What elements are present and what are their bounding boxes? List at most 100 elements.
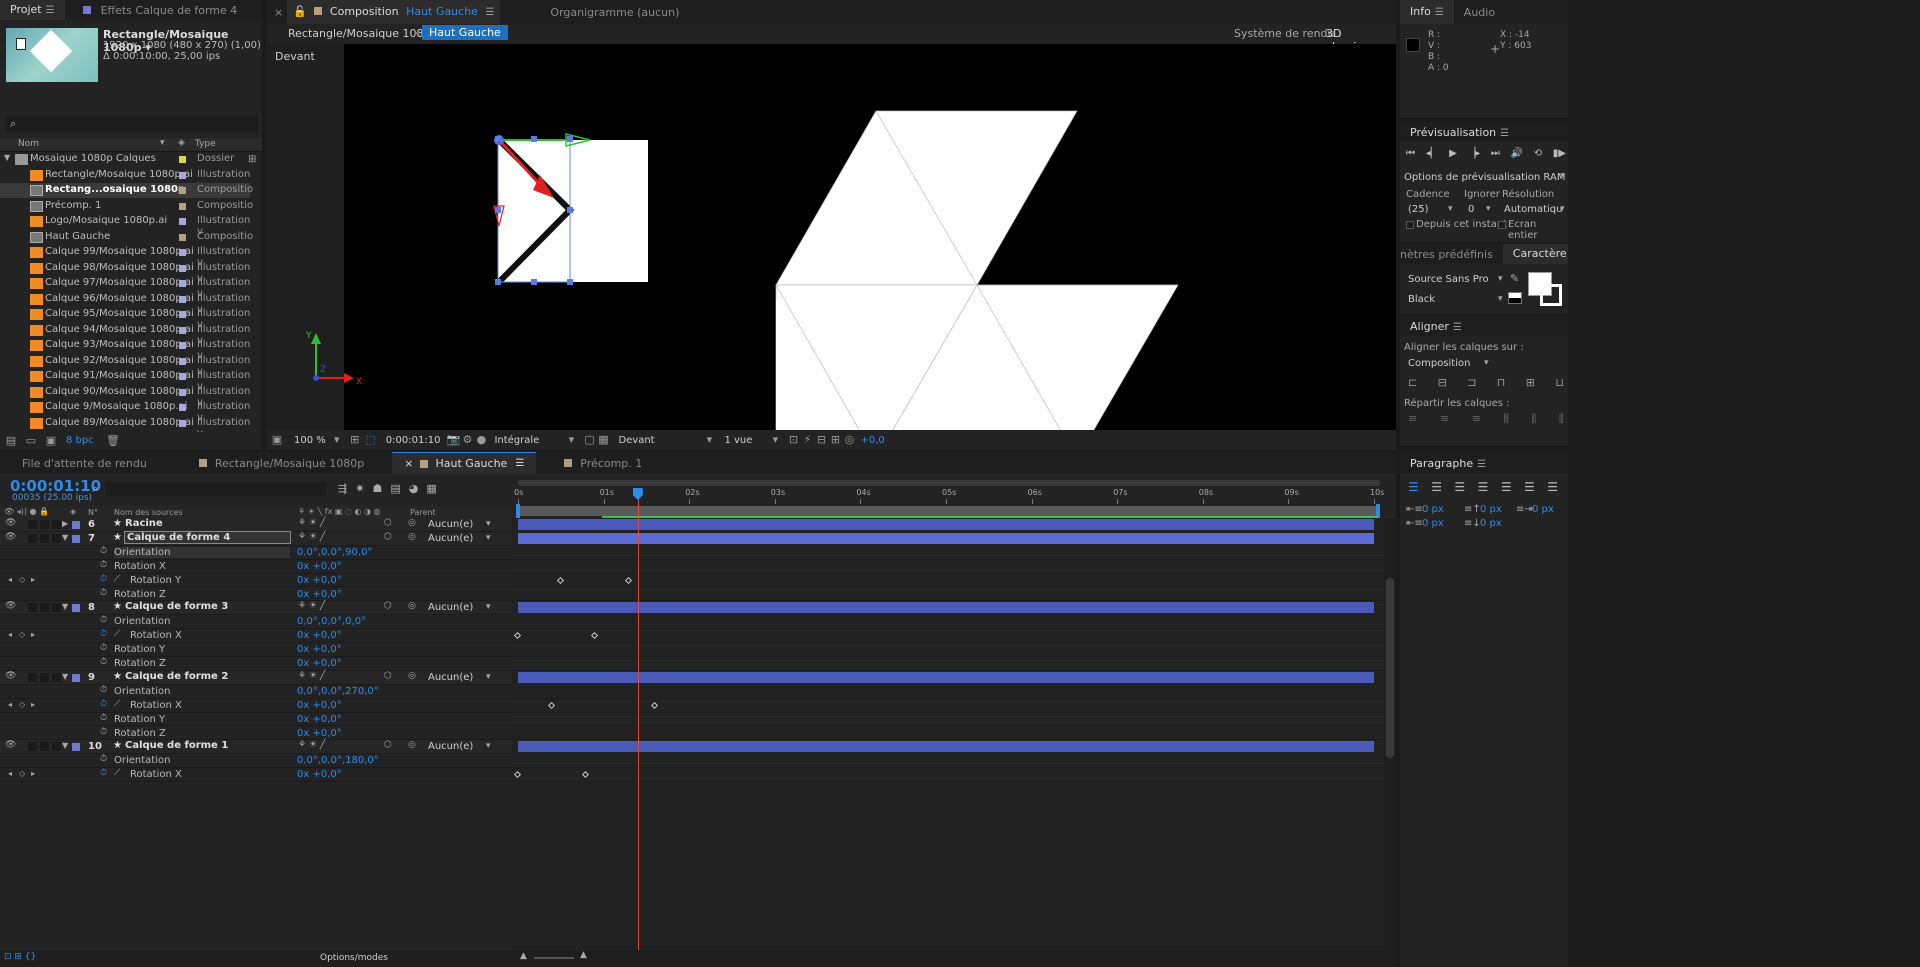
3d-layer-icon[interactable]: ⬡ — [384, 518, 392, 528]
3d-layer-icon[interactable]: ⬡ — [384, 532, 392, 542]
label-color-swatch[interactable] — [179, 249, 186, 256]
layer-duration-bar[interactable] — [518, 519, 1374, 530]
handle-ml[interactable] — [495, 207, 501, 213]
distribute-right-icon[interactable]: ⫼ — [1559, 412, 1564, 426]
comp-viewport[interactable]: Devant Y X Z — [266, 44, 1396, 430]
parent-select[interactable]: Aucun(e) — [428, 519, 473, 530]
flowchart-icon[interactable]: ⊞ — [828, 434, 842, 446]
collapse-triangle-icon[interactable]: ▼ — [62, 533, 68, 542]
label-color-swatch[interactable] — [179, 264, 186, 272]
bpc-label[interactable]: 8 bpc — [66, 435, 94, 446]
project-item[interactable]: Rectangle/Mosaique 1080p.ai Illustration … — [0, 168, 250, 191]
tab-character[interactable]: Caractère☰ — [1502, 244, 1568, 264]
property-row[interactable]: ⏱ Rotation X 0x +0,0° — [0, 559, 512, 574]
stopwatch-icon[interactable]: ⏱ — [100, 588, 107, 598]
switch-box[interactable] — [40, 520, 49, 529]
next-keyframe-icon[interactable]: ▸ — [31, 575, 35, 584]
project-item[interactable]: Calque 89/Mosaique 1080p.ai Illustration … — [0, 416, 250, 439]
parent-chevron-icon[interactable]: ▾ — [486, 533, 491, 543]
ruler-ticks[interactable]: 0s 01s 02s 03s 04s 05s 06s 07s 08s 09s 10s — [512, 488, 1396, 504]
parent-chevron-icon[interactable]: ▾ — [486, 519, 491, 529]
project-item[interactable]: Calque 92/Mosaique 1080p.ai Illustration … — [0, 354, 250, 377]
snapshot-icon[interactable]: 📷 — [446, 434, 461, 446]
camera-chevron-icon[interactable]: ▾ — [702, 434, 716, 446]
distribute-vcenter-icon[interactable]: ≡ — [1440, 412, 1449, 426]
comp-mini-flow-icon[interactable]: ⇶ — [338, 482, 347, 495]
eye-icon[interactable]: 👁 — [5, 532, 16, 542]
label-color-swatch[interactable] — [179, 233, 186, 241]
property-row[interactable]: ◂ ◇ ▸ ⏱ ⟋ Rotation X 0x +0,0° — [0, 768, 512, 783]
tab-align[interactable]: Aligner ☰ — [1400, 320, 1472, 333]
parent-pickwhip-icon[interactable]: ◎ — [408, 532, 416, 542]
tab-presets[interactable]: nètres prédéfinis — [1400, 248, 1503, 261]
project-item[interactable]: Calque 99/Mosaique 1080p.ai Illustration … — [0, 245, 250, 268]
parent-chevron-icon[interactable]: ▾ — [486, 602, 491, 612]
draft-3d-icon[interactable]: ✷ — [355, 482, 364, 495]
property-value[interactable]: 0x +0,0° — [297, 769, 342, 780]
layer-switches[interactable]: ⚘ ☀ ╱ — [298, 532, 325, 542]
stopwatch-icon[interactable]: ⏱ — [100, 754, 107, 764]
parent-select[interactable]: Aucun(e) — [428, 672, 473, 683]
label-color-swatch[interactable] — [179, 311, 186, 318]
align-vcenter-icon[interactable]: ⊞ — [1526, 376, 1535, 389]
timeline-tab-3[interactable]: Précomp. 1 — [552, 452, 654, 474]
property-value[interactable]: 0x +0,0° — [297, 700, 342, 711]
switch-box[interactable] — [28, 603, 37, 613]
cadence-chevron-icon[interactable]: ▾ — [1448, 204, 1453, 214]
distribute-left-icon[interactable]: ⫼ — [1504, 412, 1509, 426]
label-color-swatch[interactable] — [179, 419, 186, 427]
distribute-hcenter-icon[interactable]: ⫼ — [1531, 412, 1536, 426]
channel-icon[interactable]: ● — [474, 434, 488, 446]
timeline-search-input[interactable] — [106, 482, 326, 496]
interpret-icon[interactable]: ▤ — [4, 435, 18, 447]
camera-select[interactable]: Devant — [618, 435, 702, 446]
eyedropper-icon[interactable]: ✎ — [1510, 272, 1519, 285]
flowchart-icon[interactable]: ⊞ — [248, 154, 256, 165]
project-item[interactable]: ▼ Mosaique 1080p Calques Dossier — [0, 152, 250, 167]
layer-switches[interactable]: ⚘ ☀ ╱ — [298, 671, 325, 681]
next-keyframe-icon[interactable]: ▸ — [31, 769, 35, 778]
label-color-swatch[interactable] — [179, 156, 186, 163]
label-color-swatch[interactable] — [179, 326, 186, 334]
work-area-top[interactable] — [518, 480, 1380, 486]
property-row[interactable]: ⏱ Orientation 0,0°,0,0°,90,0° — [0, 545, 512, 560]
stopwatch-icon[interactable]: ⏱ — [100, 699, 107, 709]
project-item[interactable]: Rectang...osaique 1080p Compositio — [0, 183, 253, 198]
label-color-swatch[interactable] — [179, 357, 186, 365]
panel-menu-icon[interactable]: ☰ — [1500, 128, 1509, 139]
align-text-right-icon[interactable]: ☰ — [1454, 480, 1465, 494]
tab-info[interactable]: Info ☰ — [1400, 0, 1454, 24]
style-select[interactable]: Black — [1408, 294, 1435, 305]
tab-flowchart[interactable]: Organigramme (aucun) — [540, 6, 689, 19]
zoom-in-icon[interactable]: ▲ — [580, 950, 587, 960]
label-color-swatch[interactable] — [179, 388, 186, 396]
parent-select[interactable]: Aucun(e) — [428, 741, 473, 752]
layer-label-color[interactable] — [72, 673, 80, 682]
column-type[interactable]: Type — [195, 139, 216, 149]
label-color-swatch[interactable] — [179, 373, 186, 380]
stopwatch-icon[interactable]: ⏱ — [100, 727, 107, 737]
stopwatch-icon[interactable]: ⏱ — [100, 615, 107, 625]
prev-keyframe-icon[interactable]: ◂ — [8, 769, 12, 778]
justify-right-icon[interactable]: ☰ — [1524, 480, 1535, 494]
fullscreen-checkbox[interactable] — [1498, 221, 1506, 229]
layer-name[interactable]: Racine — [125, 518, 163, 529]
switch-box[interactable] — [52, 533, 61, 543]
align-text-center-icon[interactable]: ☰ — [1431, 480, 1442, 494]
resolution-chevron-icon[interactable]: ▾ — [1560, 204, 1565, 214]
layer-switches[interactable]: ⚘ ☀ ╱ — [298, 601, 325, 611]
property-value[interactable]: 0x +0,0° — [297, 589, 342, 600]
layer-row[interactable]: 👁 ▼ 7 ★ Calque de forme 4 ⚘ ☀ ╱ ⬡ ◎ Aucun(e) ▾ — [0, 530, 512, 546]
graph-editor-icon[interactable]: ▦ — [426, 482, 436, 495]
parent-pickwhip-icon[interactable]: ◎ — [408, 601, 416, 611]
switch-box[interactable] — [28, 742, 37, 752]
switch-box[interactable] — [40, 533, 49, 543]
panel-menu-icon[interactable]: ☰ — [1477, 459, 1486, 470]
timeline-icon[interactable]: ⊟ — [814, 434, 828, 446]
tab-haut-gauche[interactable]: × Haut Gauche ☰ — [392, 452, 537, 474]
align-bottom-icon[interactable]: ⊔ — [1555, 376, 1564, 389]
switch-box[interactable] — [52, 520, 61, 529]
stopwatch-icon[interactable]: ⏱ — [100, 685, 107, 695]
parent-chevron-icon[interactable]: ▾ — [486, 672, 491, 682]
layer-name[interactable]: Calque de forme 1 — [125, 740, 228, 751]
